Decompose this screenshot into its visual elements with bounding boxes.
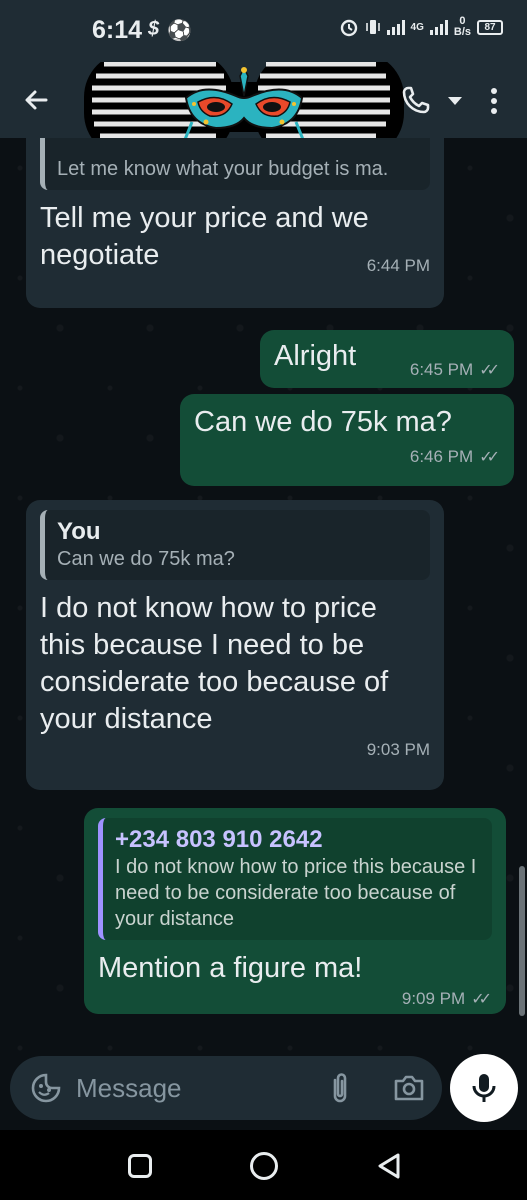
double-check-icon: ✓✓: [479, 362, 500, 379]
message-meta: 9:09 PM ✓✓: [98, 989, 492, 1009]
quoted-message[interactable]: +234 803 910 2642 I do not know how to p…: [98, 818, 492, 940]
s-icon: $: [148, 18, 160, 40]
quoted-author: +234 803 910 2642: [115, 826, 323, 853]
emoji-sticker-icon[interactable]: [30, 1072, 62, 1104]
vibrate-icon: [365, 20, 380, 34]
message-bubble-outgoing[interactable]: Can we do 75k ma? 6:46 PM ✓✓: [180, 394, 514, 486]
signal-icon: [386, 19, 405, 35]
message-meta: 6:46 PM ✓✓: [194, 447, 500, 467]
soccer-icon: ⚽: [167, 20, 193, 42]
network-type: 4G: [410, 21, 424, 33]
phone-icon[interactable]: [400, 84, 432, 116]
chat-header: [0, 62, 527, 158]
message-time: 9:03 PM: [366, 740, 430, 759]
net-speed-unit: B/s: [453, 26, 471, 38]
more-vert-icon[interactable]: [484, 86, 504, 116]
camera-icon[interactable]: [392, 1072, 426, 1104]
home-icon[interactable]: [250, 1152, 278, 1180]
system-nav-bar: [0, 1130, 527, 1200]
paperclip-icon[interactable]: [326, 1070, 354, 1106]
alarm-icon: [340, 19, 357, 37]
message-time: 6:46 PM: [409, 447, 474, 466]
composer-bar: [10, 1056, 442, 1120]
quoted-author: You: [57, 518, 101, 545]
message-text: Mention a figure ma!: [98, 952, 363, 984]
message-meta: 6:45 PM ✓✓: [410, 360, 500, 380]
message-input[interactable]: [76, 1070, 296, 1106]
battery-icon: 87: [477, 19, 503, 35]
quoted-message[interactable]: Let me know what your budget is ma.: [40, 138, 430, 190]
message-time: 6:44 PM: [366, 256, 430, 275]
back-arrow-icon[interactable]: [20, 84, 52, 116]
microphone-icon: [472, 1074, 496, 1102]
scrollbar[interactable]: [519, 866, 525, 1016]
quoted-text: I do not know how to price this because …: [115, 856, 477, 930]
status-right: 4G 0 B/s 87: [339, 16, 503, 38]
quoted-text: Can we do 75k ma?: [57, 548, 235, 570]
mic-button[interactable]: [450, 1054, 518, 1122]
message-text: Alright: [274, 340, 357, 372]
message-text: I do not know how to price this because …: [40, 592, 389, 735]
double-check-icon: ✓✓: [479, 449, 500, 466]
quoted-text: Let me know what your budget is ma.: [57, 158, 389, 180]
net-speed: 0 B/s: [454, 16, 471, 38]
message-meta: 9:03 PM: [40, 740, 430, 760]
nav-back-icon[interactable]: [376, 1152, 402, 1180]
message-time: 9:09 PM: [401, 989, 466, 1008]
recent-apps-icon[interactable]: [128, 1154, 152, 1178]
status-left-icons: $ ⚽: [148, 18, 192, 43]
message-bubble-incoming[interactable]: Let me know what your budget is ma. Tell…: [26, 138, 444, 308]
status-time: 6:14: [92, 16, 143, 44]
message-text: Can we do 75k ma?: [194, 406, 452, 438]
chat-area[interactable]: Let me know what your budget is ma. Tell…: [0, 138, 527, 1060]
signal-2-icon: [429, 19, 448, 35]
message-bubble-incoming[interactable]: You Can we do 75k ma? I do not know how …: [26, 500, 444, 790]
message-bubble-outgoing[interactable]: Alright 6:45 PM ✓✓: [260, 330, 514, 388]
message-time: 6:45 PM: [409, 360, 474, 379]
quoted-message[interactable]: You Can we do 75k ma?: [40, 510, 430, 580]
status-bar: 6:14 $ ⚽ 4G 0 B/s 87: [0, 0, 527, 62]
chevron-down-icon[interactable]: [446, 92, 464, 110]
double-check-icon: ✓✓: [471, 991, 492, 1008]
message-bubble-outgoing[interactable]: +234 803 910 2642 I do not know how to p…: [84, 808, 506, 1014]
